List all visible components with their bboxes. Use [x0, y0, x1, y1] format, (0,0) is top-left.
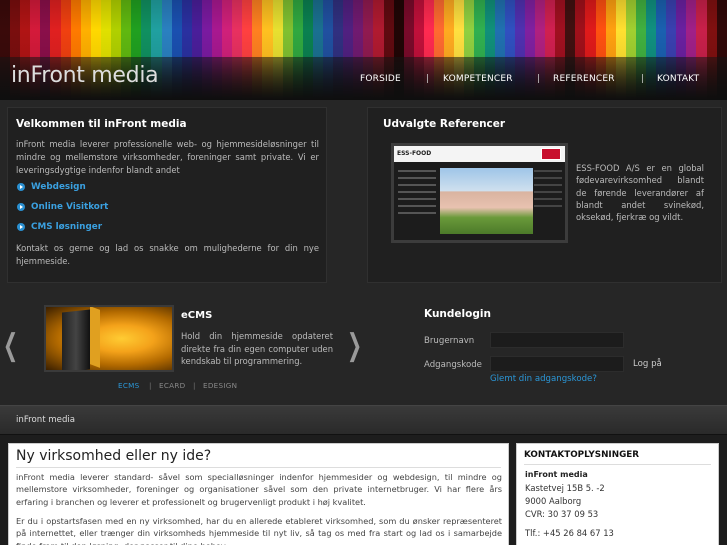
username-label: Brugernavn — [424, 336, 475, 346]
article-paragraph-1: inFront media leverer standard- såvel so… — [16, 472, 502, 507]
page: inFront media FORSIDE | KOMPETENCER | RE… — [0, 0, 727, 545]
login-title: Kundelogin — [424, 308, 491, 320]
main-article: Ny virksomhed eller ny ide? inFront medi… — [8, 443, 509, 545]
contact-title: KONTAKTOPLYSNINGER — [524, 450, 640, 460]
article-paragraph-2: Er du i opstartsfasen med en ny virksomh… — [16, 516, 502, 545]
main-nav: FORSIDE | KOMPETENCER | REFERENCER | KON… — [0, 74, 727, 86]
slider-tab-ecard[interactable]: ECARD — [159, 381, 186, 390]
slide-title: eCMS — [181, 310, 213, 321]
tab-separator: | — [149, 381, 152, 390]
header: inFront media FORSIDE | KOMPETENCER | RE… — [0, 0, 727, 100]
slider-tab-ecms[interactable]: ECMS — [118, 381, 140, 390]
reference-brand-logo: ESS-FOOD — [397, 150, 432, 157]
pig-photo — [440, 168, 533, 234]
section-strip: inFront media — [0, 405, 727, 435]
intro-outro: Kontakt os gerne og lad os snakke om mul… — [16, 243, 319, 266]
article-heading: Ny virksomhed eller ny ide? — [16, 448, 212, 464]
intro-link-label: Webdesign — [31, 182, 86, 192]
nav-item-referencer[interactable]: REFERENCER — [553, 74, 615, 84]
intro-panel: Velkommen til inFront media inFront medi… — [7, 107, 327, 283]
intro-link-label: Online Visitkort — [31, 202, 109, 212]
nav-separator: | — [537, 74, 541, 84]
intro-link-online-visitkort[interactable]: Online Visitkort — [17, 202, 108, 212]
slider-next-icon[interactable]: ❯ — [347, 328, 362, 363]
login-button[interactable]: Log på — [633, 359, 662, 369]
nav-separator: | — [641, 74, 645, 84]
divider — [16, 467, 501, 468]
tab-separator: | — [193, 381, 196, 390]
forgot-password-link[interactable]: Glemt din adgangskode? — [490, 374, 597, 384]
divider — [524, 464, 711, 465]
ecms-product-image — [44, 305, 174, 372]
contact-phone: Tlf.: +45 26 84 67 13 — [525, 528, 614, 538]
slider-prev-icon[interactable]: ❮ — [3, 328, 18, 363]
password-label: Adgangskode — [424, 360, 482, 370]
contact-card: KONTAKTOPLYSNINGER inFront media Kastetv… — [516, 443, 719, 545]
slide-text: Hold din hjemmeside opdateret direkte fr… — [181, 331, 333, 366]
intro-title: Velkommen til inFront media — [16, 118, 187, 130]
strip-label: inFront media — [16, 415, 76, 425]
references-title: Udvalgte Referencer — [383, 118, 506, 130]
intro-text: inFront media leverer professionelle web… — [16, 139, 319, 175]
contact-company: inFront media — [525, 470, 588, 479]
username-input[interactable] — [490, 332, 624, 348]
intro-link-webdesign[interactable]: Webdesign — [17, 182, 86, 192]
arrow-right-icon — [17, 183, 25, 191]
contact-cvr: CVR: 30 37 09 53 — [525, 509, 599, 519]
slider-tab-edesign[interactable]: EDESIGN — [203, 381, 237, 390]
nav-item-kontakt[interactable]: KONTAKT — [657, 74, 699, 84]
reference-description: ESS-FOOD A/S er en global fødevarevirkso… — [576, 163, 704, 223]
nav-item-kompetencer[interactable]: KOMPETENCER — [443, 74, 513, 84]
arrow-right-icon — [17, 223, 25, 231]
password-input[interactable] — [490, 356, 624, 372]
intro-link-cms[interactable]: CMS løsninger — [17, 222, 102, 232]
reference-screenshot[interactable]: ESS-FOOD — [391, 143, 568, 243]
nav-separator: | — [426, 74, 430, 84]
arrow-right-icon — [17, 203, 25, 211]
nav-item-forside[interactable]: FORSIDE — [360, 74, 401, 84]
intro-link-label: CMS løsninger — [31, 222, 103, 232]
contact-city: 9000 Aalborg — [525, 496, 582, 506]
contact-address: Kastetvej 15B 5. -2 — [525, 483, 605, 493]
reference-flag-logo — [541, 148, 561, 160]
